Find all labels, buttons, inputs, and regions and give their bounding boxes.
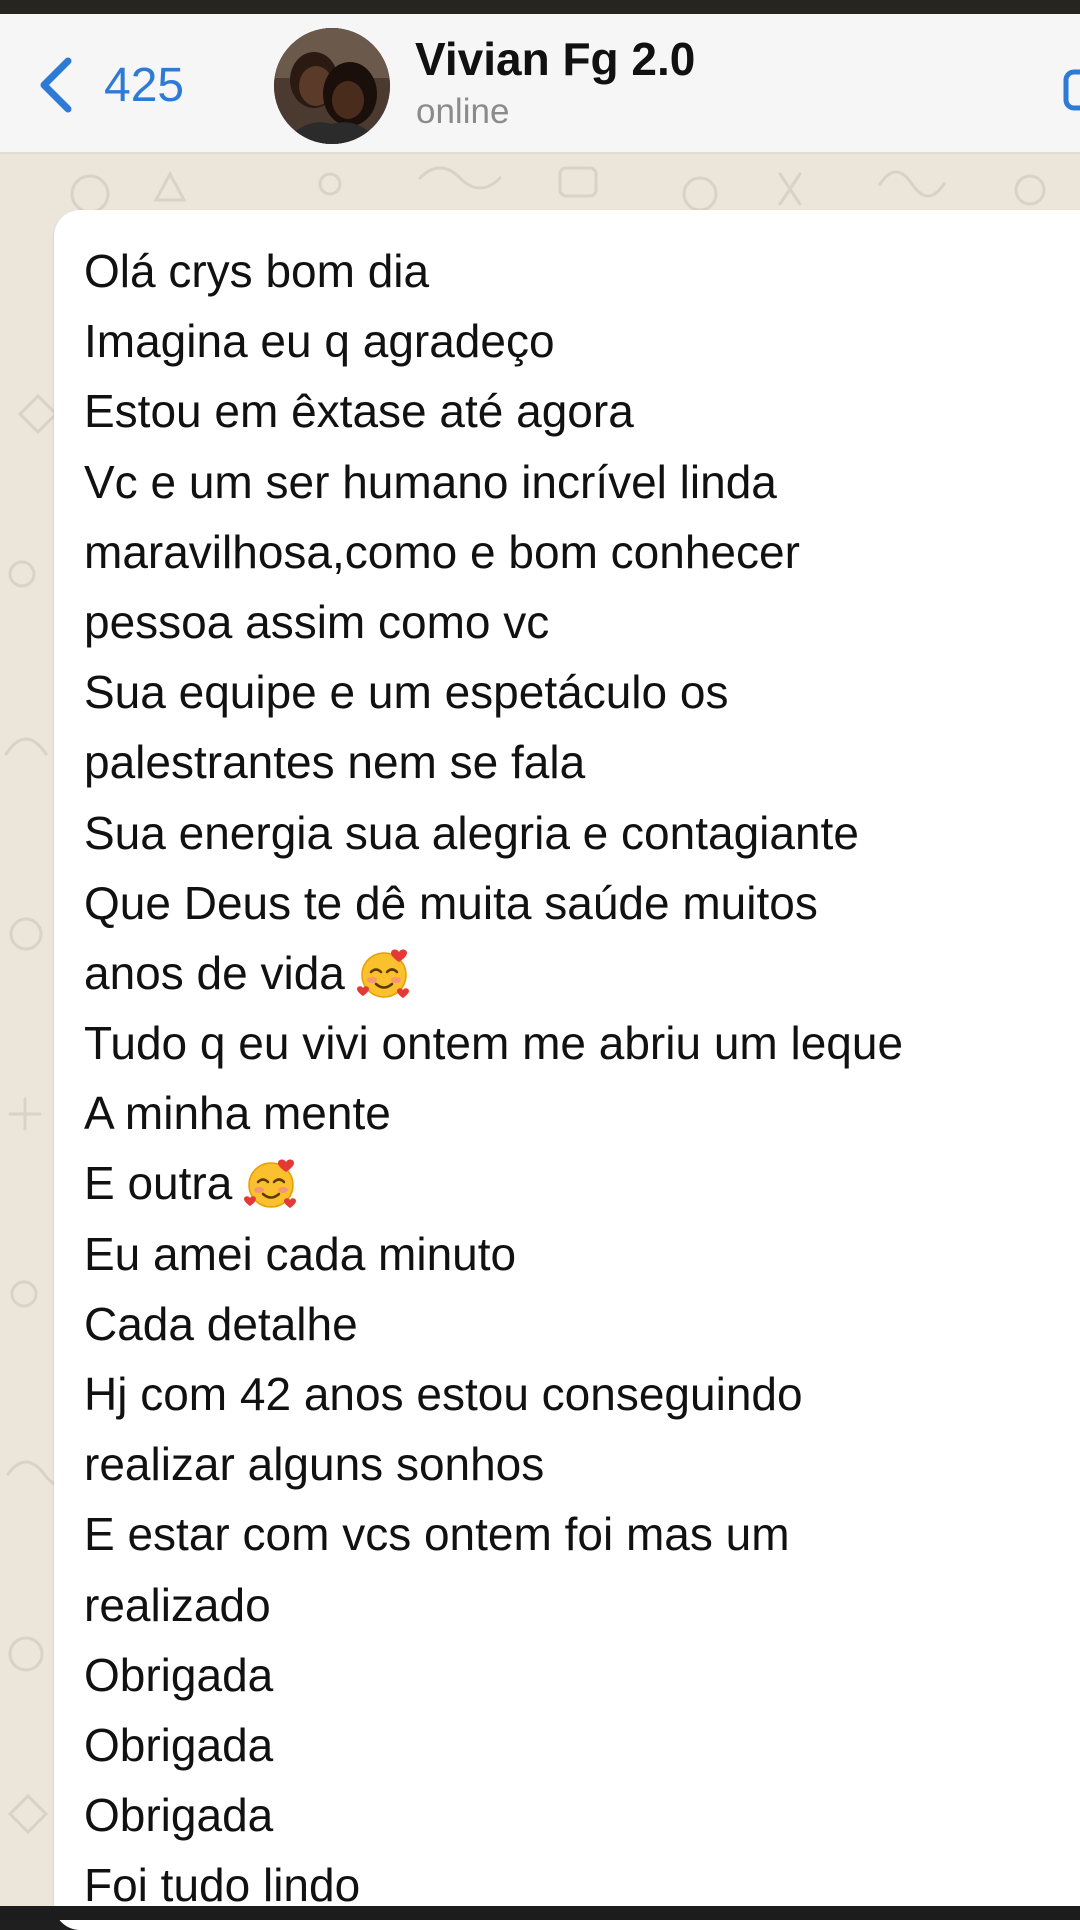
smiling-face-with-hearts-icon <box>356 949 409 998</box>
message-line-text: Cada detalhe <box>84 1297 358 1350</box>
message-line-text: Imagina eu q agradeço <box>84 315 555 368</box>
message-line: E estar com vcs ontem foi mas um <box>84 1499 903 1569</box>
avatar-photo <box>274 28 390 144</box>
message-line: realizado <box>84 1570 903 1640</box>
message-line: Tudo q eu vivi ontem me abriu um leque <box>84 1008 903 1078</box>
message-line: Que Deus te dê muita saúde muitos <box>84 868 903 938</box>
back-button[interactable]: 425 <box>36 50 184 120</box>
message-line: Cada detalhe <box>84 1289 903 1359</box>
bottom-edge <box>0 1906 1080 1920</box>
contact-name[interactable]: Vivian Fg 2.0 <box>415 32 695 86</box>
message-line-text: palestrantes nem se fala <box>84 736 586 789</box>
contact-status: online <box>416 92 510 131</box>
message-line: maravilhosa,como e bom conhecer <box>84 517 903 587</box>
message-line-text: Tudo q eu vivi ontem me abriu um leque <box>84 1017 904 1070</box>
message-line-text: realizado <box>84 1578 271 1631</box>
message-line: Eu amei cada minuto <box>84 1219 903 1289</box>
message-line: Obrigada <box>84 1710 903 1780</box>
message-line-text: Sua energia sua alegria e contagiante <box>84 806 859 859</box>
message-line: Sua equipe e um espetáculo os <box>84 657 903 727</box>
message-line: Estou em êxtase até agora <box>84 376 903 446</box>
chevron-left-icon <box>40 57 72 113</box>
status-bar-edge <box>0 0 1080 14</box>
message-line-text: pessoa assim como vc <box>84 595 550 648</box>
message-line-text: Que Deus te dê muita saúde muitos <box>84 876 818 929</box>
message-line: Sua energia sua alegria e contagiante <box>84 798 903 868</box>
message-line-text: Vc e um ser humano incrível linda <box>84 455 777 508</box>
message-line: Obrigada <box>84 1640 903 1710</box>
message-line-text: anos de vida <box>84 946 345 999</box>
message-line-text: E outra <box>84 1157 233 1210</box>
message-line-text: Hj com 42 anos estou conseguindo <box>84 1368 803 1420</box>
message-line-text: Obrigada <box>84 1718 274 1771</box>
message-line: A minha mente <box>84 1078 903 1148</box>
message-text: Olá crys bom dia Imagina eu q agradeço Est… <box>84 236 903 1921</box>
message-line: Olá crys bom dia <box>84 236 903 306</box>
message-line-text: maravilhosa,como e bom conhecer <box>84 525 800 578</box>
message-line-text: Obrigada <box>84 1789 274 1842</box>
message-line: Imagina eu q agradeço <box>84 306 903 376</box>
video-call-icon[interactable] <box>1062 62 1080 118</box>
message-line: anos de vida <box>84 938 903 1008</box>
message-line-text: Sua equipe e um espetáculo os <box>84 666 729 719</box>
message-line-text: Obrigada <box>84 1648 274 1701</box>
message-line: realizar alguns sonhos <box>84 1429 903 1499</box>
message-line: E outra <box>84 1148 903 1218</box>
message-line-text: E estar com vcs ontem foi mas um <box>84 1508 790 1561</box>
message-line: pessoa assim como vc <box>84 587 903 657</box>
unread-count: 425 <box>104 58 185 112</box>
message-line-text: realizar alguns sonhos <box>84 1438 545 1491</box>
message-line: Obrigada <box>84 1780 903 1850</box>
chat-header: 425 Vivian Fg 2.0 online <box>0 14 1080 154</box>
message-line-text: Eu amei cada minuto <box>84 1227 517 1280</box>
message-line: Hj com 42 anos estou conseguindo <box>84 1359 903 1429</box>
message-line: Vc e um ser humano incrível linda <box>84 447 903 517</box>
message-line-text: Foi tudo lindo <box>84 1859 361 1912</box>
message-line-text: A minha mente <box>84 1087 391 1140</box>
avatar[interactable] <box>274 28 390 144</box>
message-line-text: Estou em êxtase até agora <box>84 385 634 438</box>
smiling-face-with-hearts-icon <box>244 1159 297 1209</box>
message-line-text: Olá crys bom dia <box>84 245 430 297</box>
message-line: palestrantes nem se fala <box>84 727 903 797</box>
